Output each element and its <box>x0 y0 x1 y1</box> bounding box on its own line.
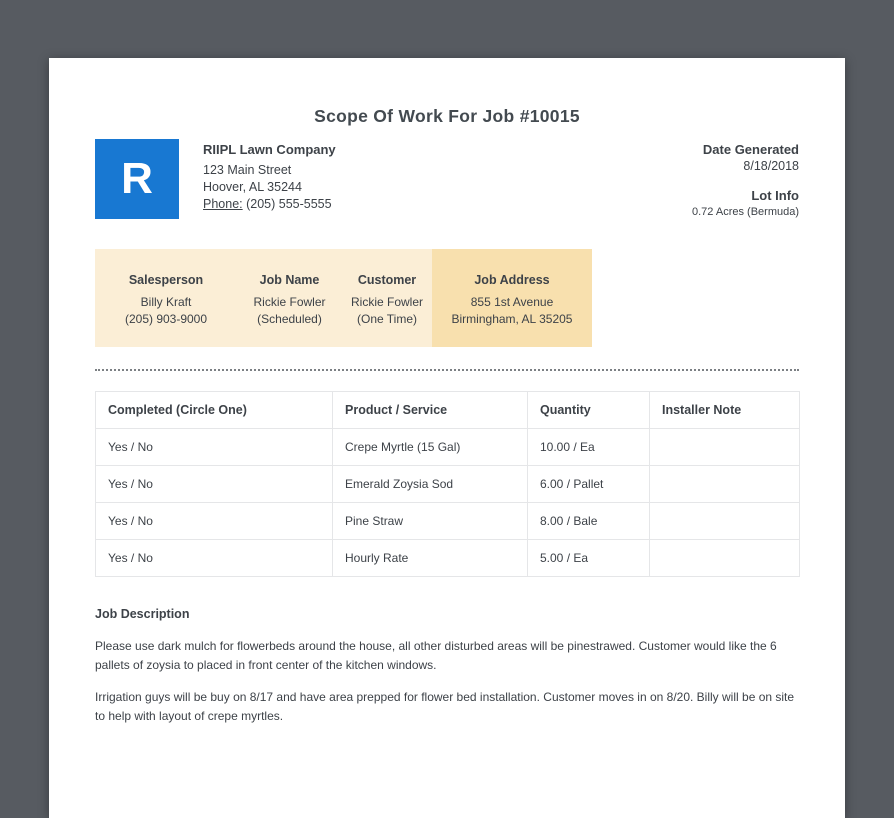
job-address-label: Job Address <box>474 273 550 287</box>
product-cell: Crepe Myrtle (15 Gal) <box>332 428 528 466</box>
customer-column: Customer Rickie Fowler (One Time) <box>342 249 432 347</box>
product-cell: Pine Straw <box>332 502 528 540</box>
quantity-cell: 8.00 / Bale <box>527 502 650 540</box>
customer-name: Rickie Fowler <box>350 295 423 309</box>
work-items-table: Completed (Circle One) Product / Service… <box>95 391 800 577</box>
column-header-completed: Completed (Circle One) <box>95 391 333 429</box>
completed-cell: Yes / No <box>95 428 333 466</box>
salesperson-column: Salesperson Billy Kraft (205) 903-9000 <box>95 249 237 347</box>
customer-type: (One Time) <box>356 312 417 326</box>
salesperson-phone: (205) 903-9000 <box>124 312 208 326</box>
table-row: Yes / No Crepe Myrtle (15 Gal) 10.00 / E… <box>95 428 800 466</box>
company-phone: Phone: (205) 555-5555 <box>203 196 336 213</box>
column-header-quantity: Quantity <box>527 391 650 429</box>
installer-note-cell <box>649 465 800 503</box>
job-status: (Scheduled) <box>257 312 322 326</box>
lot-info-label: Lot Info <box>751 188 799 203</box>
job-address-city: Birmingham, AL 35205 <box>451 312 573 326</box>
phone-label: Phone: <box>203 197 243 211</box>
job-description-heading: Job Description <box>95 607 190 621</box>
lot-info-value: 0.72 Acres (Bermuda) <box>692 206 799 218</box>
phone-number: (205) 555-5555 <box>246 197 332 211</box>
salesperson-label: Salesperson <box>128 273 204 287</box>
date-generated-label: Date Generated <box>702 142 799 157</box>
company-name: RIIPL Lawn Company <box>203 142 336 157</box>
completed-cell: Yes / No <box>95 502 333 540</box>
lot-info-group: Lot Info 0.72 Acres (Bermuda) <box>692 187 799 221</box>
job-name-label: Job Name <box>259 273 320 287</box>
page-title: Scope Of Work For Job #10015 <box>314 106 580 126</box>
job-name-column: Job Name Rickie Fowler (Scheduled) <box>237 249 342 347</box>
product-cell: Hourly Rate <box>332 539 528 577</box>
completed-cell: Yes / No <box>95 539 333 577</box>
product-cell: Emerald Zoysia Sod <box>332 465 528 503</box>
job-address-street: 855 1st Avenue <box>470 295 554 309</box>
date-generated-group: Date Generated 8/18/2018 <box>692 141 799 175</box>
quantity-cell: 6.00 / Pallet <box>527 465 650 503</box>
column-header-product: Product / Service <box>332 391 528 429</box>
table-row: Yes / No Hourly Rate 5.00 / Ea <box>95 539 800 577</box>
table-row: Yes / No Pine Straw 8.00 / Bale <box>95 502 800 540</box>
table-header-row: Completed (Circle One) Product / Service… <box>95 391 800 429</box>
table-row: Yes / No Emerald Zoysia Sod 6.00 / Palle… <box>95 465 800 503</box>
job-description-paragraph: Please use dark mulch for flowerbeds aro… <box>95 639 777 672</box>
completed-cell: Yes / No <box>95 465 333 503</box>
company-logo: R <box>95 139 179 219</box>
company-logo-letter: R <box>121 154 153 203</box>
document-meta: Date Generated 8/18/2018 Lot Info 0.72 A… <box>692 139 799 221</box>
quantity-cell: 10.00 / Ea <box>527 428 650 466</box>
column-header-installer-note: Installer Note <box>649 391 800 429</box>
document-page: Scope Of Work For Job #10015 R RIIPL Law… <box>49 58 845 818</box>
company-address-line1: 123 Main Street <box>203 163 292 177</box>
installer-note-cell <box>649 539 800 577</box>
date-generated-value: 8/18/2018 <box>743 159 799 173</box>
job-description-section: Job Description Please use dark mulch fo… <box>95 607 799 725</box>
document-header: R RIIPL Lawn Company 123 Main Street Hoo… <box>95 139 799 221</box>
job-name-value: Rickie Fowler <box>253 295 326 309</box>
dotted-divider <box>95 369 799 371</box>
customer-label: Customer <box>357 273 417 287</box>
job-description-paragraph: Irrigation guys will be buy on 8/17 and … <box>95 690 795 723</box>
job-address-column: Job Address 855 1st Avenue Birmingham, A… <box>432 249 592 347</box>
company-info: RIIPL Lawn Company 123 Main Street Hoove… <box>203 139 336 213</box>
installer-note-cell <box>649 502 800 540</box>
company-address-line2: Hoover, AL 35244 <box>203 180 302 194</box>
quantity-cell: 5.00 / Ea <box>527 539 650 577</box>
installer-note-cell <box>649 428 800 466</box>
job-summary-bar: Salesperson Billy Kraft (205) 903-9000 J… <box>95 249 592 347</box>
salesperson-name: Billy Kraft <box>140 295 192 309</box>
